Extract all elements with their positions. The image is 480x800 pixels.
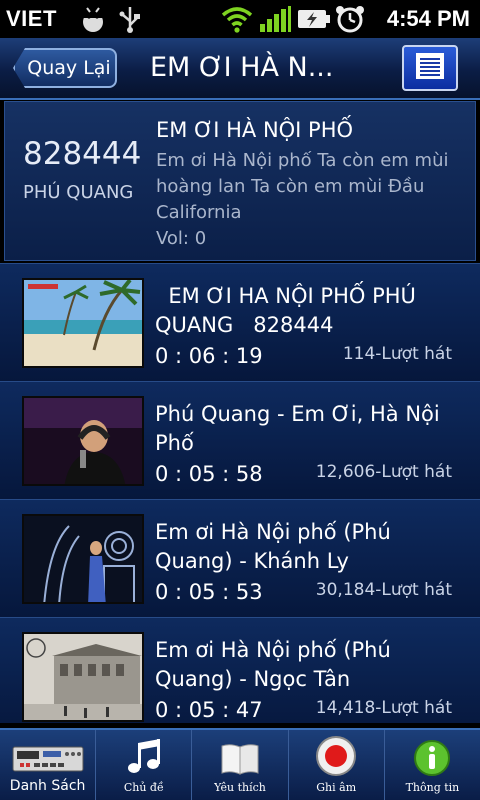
- video-title: EM ƠI HA NỘI PHỐ PHÚ QUANG 828444: [155, 284, 423, 337]
- usb-icon: [116, 4, 144, 38]
- tab-label: Thông tin: [405, 781, 460, 794]
- info-icon: [413, 739, 451, 777]
- video-duration: 0 : 05 : 47: [155, 698, 263, 722]
- music-note-icon: [124, 737, 164, 777]
- list-item[interactable]: Em ơi Hà Nội phố (Phú Quang) - Khánh Ly …: [0, 499, 480, 617]
- book-icon: [220, 741, 260, 777]
- video-title: Phú Quang - Em Ơi, Hà Nội Phố: [155, 402, 440, 455]
- video-duration: 0 : 05 : 53: [155, 580, 263, 604]
- video-thumbnail: [22, 632, 144, 722]
- wifi-icon: [220, 4, 254, 38]
- video-thumbnail: [22, 514, 144, 604]
- menu-button[interactable]: [402, 45, 458, 91]
- tab-label: Danh Sách: [9, 778, 86, 794]
- status-bar: VIET 4:54 PM: [0, 0, 480, 38]
- play-count: 14,418-Lượt hát: [315, 698, 452, 718]
- tab-yeu-thich[interactable]: Yêu thích: [192, 730, 289, 800]
- song-volume: Vol: 0: [156, 228, 207, 249]
- tab-thong-tin[interactable]: Thông tin: [385, 730, 480, 800]
- page-title: EM ƠI HÀ N...: [150, 52, 334, 83]
- tab-label: Chủ đề: [123, 781, 164, 794]
- video-thumbnail: [22, 396, 144, 486]
- alarm-icon: [334, 4, 366, 38]
- song-title: EM ƠI HÀ NỘI PHỐ: [156, 118, 354, 142]
- karaoke-player-icon: [12, 744, 84, 774]
- play-count: 114-Lượt hát: [342, 344, 452, 364]
- tab-label: Ghi âm: [316, 781, 357, 794]
- song-lyrics: Em ơi Hà Nội phố Ta còn em mùi hoàng lan…: [156, 150, 449, 223]
- record-icon: [315, 735, 357, 777]
- tab-label: Yêu thích: [214, 781, 266, 794]
- video-duration: 0 : 05 : 58: [155, 462, 263, 486]
- play-count: 30,184-Lượt hát: [315, 580, 452, 600]
- tab-chu-de[interactable]: Chủ đề: [96, 730, 193, 800]
- song-code: 828444: [23, 136, 142, 172]
- list-item[interactable]: Phú Quang - Em Ơi, Hà Nội Phố 0 : 05 : 5…: [0, 381, 480, 499]
- video-list[interactable]: EM ƠI HA NỘI PHỐ PHÚ QUANG 828444 0 : 06…: [0, 263, 480, 723]
- video-title: Em ơi Hà Nội phố (Phú Quang) - Ngọc Tân: [155, 638, 391, 691]
- bottom-tab-bar: Danh Sách Chủ đề Yêu thích Ghi âm Thông …: [0, 728, 480, 800]
- video-title: Em ơi Hà Nội phố (Phú Quang) - Khánh Ly: [155, 520, 391, 573]
- play-count: 12,606-Lượt hát: [315, 462, 452, 482]
- current-song-card: 828444 PHÚ QUANG EM ƠI HÀ NỘI PHỐ Em ơi …: [4, 101, 476, 261]
- back-button[interactable]: Quay Lại: [13, 48, 117, 88]
- song-artist: PHÚ QUANG: [23, 182, 134, 203]
- signal-icon: [258, 4, 292, 38]
- list-item[interactable]: EM ƠI HA NỘI PHỐ PHÚ QUANG 828444 0 : 06…: [0, 263, 480, 381]
- video-duration: 0 : 06 : 19: [155, 344, 263, 368]
- android-bug-icon: [78, 4, 108, 38]
- carrier-label: VIET: [6, 6, 57, 31]
- clock-time: 4:54 PM: [386, 6, 470, 31]
- list-item[interactable]: Em ơi Hà Nội phố (Phú Quang) - Ngọc Tân …: [0, 617, 480, 723]
- tab-ghi-am[interactable]: Ghi âm: [289, 730, 385, 800]
- battery-charging-icon: [296, 4, 332, 38]
- list-icon: [413, 51, 447, 85]
- app-header: Quay Lại EM ƠI HÀ N...: [0, 38, 480, 100]
- tab-danh-sach[interactable]: Danh Sách: [0, 730, 97, 800]
- video-thumbnail: [22, 278, 144, 368]
